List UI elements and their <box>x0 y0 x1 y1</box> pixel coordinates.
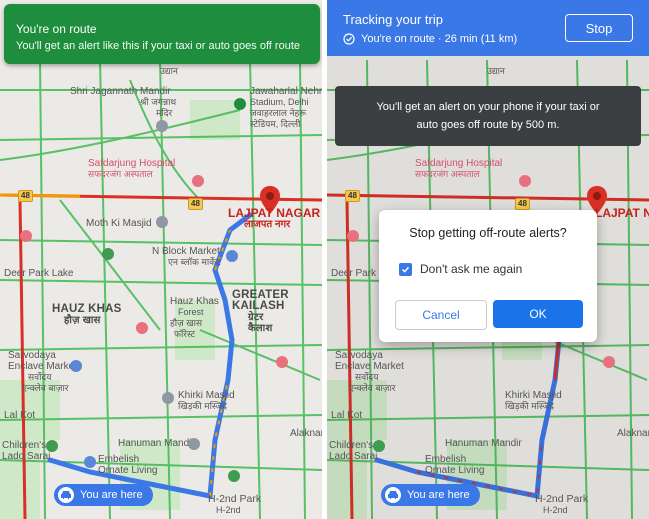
stop-alerts-dialog: Stop getting off-route alerts? Don't ask… <box>379 210 597 342</box>
map-label-h2nd-park: H-2nd Park H-2nd <box>535 493 589 516</box>
map-label-lal-kot: Lal Kot <box>4 410 36 421</box>
map-label-hanuman-mandir: Hanuman Mandir <box>118 438 195 449</box>
dont-ask-label: Don't ask me again <box>420 262 523 276</box>
map-label-h2nd-park: H-2nd Park H-2nd <box>208 493 262 516</box>
stadium-icon <box>234 98 246 110</box>
tracking-status: You're on route · 26 min (11 km) <box>343 33 517 45</box>
park-icon <box>228 470 240 482</box>
shopping-icon <box>84 456 96 468</box>
stop-button[interactable]: Stop <box>565 14 633 42</box>
map-label-khirki-masjid: Khirki Masjid खिड़की मस्जिद <box>505 390 562 411</box>
hospital-icon <box>276 356 288 368</box>
tracking-title: Tracking your trip <box>343 12 443 27</box>
map-label-safdarjung: Safdarjung Hospital सफदरजंग अस्पताल <box>88 158 176 179</box>
map-label-jawaharlal: Jawaharlal Nehru Stadium, Delhi जवाहरलाल… <box>250 86 322 129</box>
park-icon <box>46 440 58 452</box>
alert-info-toast: You'll get an alert on your phone if you… <box>335 86 641 146</box>
banner-title: You're on route <box>16 22 97 36</box>
left-screen: 48 48 उद्यान Shri Jagannath Mandir श्री … <box>0 0 322 519</box>
map-label-hanuman-mandir: Hanuman Mandir <box>445 438 522 449</box>
car-icon <box>58 487 74 503</box>
you-are-here-marker[interactable]: You are here <box>54 484 153 506</box>
road-48-badge: 48 <box>18 190 33 202</box>
checkmark-icon <box>401 266 410 273</box>
mosque-icon <box>162 392 174 404</box>
map-label-moth-ki-masjid: Moth Ki Masjid <box>86 218 152 229</box>
dont-ask-checkbox[interactable] <box>399 262 412 276</box>
map-label-childrens: Children's Lado Sarai <box>329 440 378 462</box>
hospital-icon <box>603 356 615 368</box>
map-label-uttam: उद्यान <box>160 66 178 76</box>
map-label-alaknanda: Alaknanda <box>617 428 649 439</box>
park-icon <box>102 248 114 260</box>
hospital-icon <box>519 175 531 187</box>
right-screen: 48 48 उद्यान Safdarjung Hospital सफदरजंग… <box>327 0 649 519</box>
temple-icon <box>188 438 200 450</box>
hospital-icon <box>192 175 204 187</box>
hospital-icon <box>20 230 32 242</box>
banner-subtitle: You'll get an alert like this if your ta… <box>16 40 300 52</box>
you-are-here-label: You are here <box>407 489 470 501</box>
map-label-n-block-market: N Block Market एन ब्लॉक मार्केट <box>152 246 221 267</box>
hospital-icon <box>136 322 148 334</box>
map-label-khirki-masjid: Khirki Masjid खिड़की मस्जिद <box>178 390 235 411</box>
map-label-embelish: Embelish Ornate Living <box>98 454 158 476</box>
dialog-question: Stop getting off-route alerts? <box>409 226 567 240</box>
road-48-badge: 48 <box>345 190 360 202</box>
dont-ask-row[interactable]: Don't ask me again <box>399 262 522 276</box>
on-route-banner: You're on route You'll get an alert like… <box>4 4 320 64</box>
toast-line-2: auto goes off route by 500 m. <box>416 119 560 131</box>
map-label-safdarjung: Safdarjung Hospital सफदरजंग अस्पताल <box>415 158 503 179</box>
you-are-here-marker[interactable]: You are here <box>381 484 480 506</box>
map-label-hauz-khas: HAUZ KHAS हौज़ खास <box>52 303 122 326</box>
map-label-embelish: Embelish Ornate Living <box>425 454 485 476</box>
map-label-hauz-khas-forest: Hauz Khas Forest हौज़ खास फॉरेस्ट <box>170 296 219 339</box>
map-label-uttam: उद्यान <box>487 66 505 76</box>
you-are-here-label: You are here <box>80 489 143 501</box>
tracking-header: Tracking your trip You're on route · 26 … <box>327 0 649 56</box>
map-label-lajpat-nagar: LAJPAT NAGAR लाजपत नगर <box>228 206 321 230</box>
shopping-icon <box>70 360 82 372</box>
map-label-lajpat-nagar: LAJPAT NAGAR <box>595 206 649 220</box>
map-label-sarvodaya: Sarvodaya Enclave Market सर्वोदय एन्क्ले… <box>8 350 77 393</box>
map-label-lal-kot: Lal Kot <box>331 410 363 421</box>
road-48-badge: 48 <box>188 198 203 210</box>
tracking-status-text: You're on route · 26 min (11 km) <box>361 33 518 45</box>
temple-icon <box>156 120 168 132</box>
cancel-button[interactable]: Cancel <box>395 300 487 330</box>
hospital-icon <box>347 230 359 242</box>
ok-button[interactable]: OK <box>493 300 583 328</box>
car-icon <box>385 487 401 503</box>
map-label-shri-jagannath: Shri Jagannath Mandir श्री जगन्नाथ मंदिर <box>70 86 177 118</box>
check-circle-icon <box>343 33 355 45</box>
park-icon <box>373 440 385 452</box>
map-label-alaknanda: Alaknanda <box>290 428 322 439</box>
map-label-deer-park: Deer Park Lake <box>4 268 74 279</box>
mosque-icon <box>156 216 168 228</box>
toast-line-1: You'll get an alert on your phone if you… <box>376 101 600 113</box>
road-48-badge: 48 <box>515 198 530 210</box>
map-label-childrens: Children's Lado Sarai <box>2 440 51 462</box>
map-label-sarvodaya: Sarvodaya Enclave Market सर्वोदय एन्क्ले… <box>335 350 404 393</box>
map-label-greater-kailash: GREATER KAILASH ग्रेटर कैलाश <box>232 289 289 334</box>
shopping-icon <box>226 250 238 262</box>
